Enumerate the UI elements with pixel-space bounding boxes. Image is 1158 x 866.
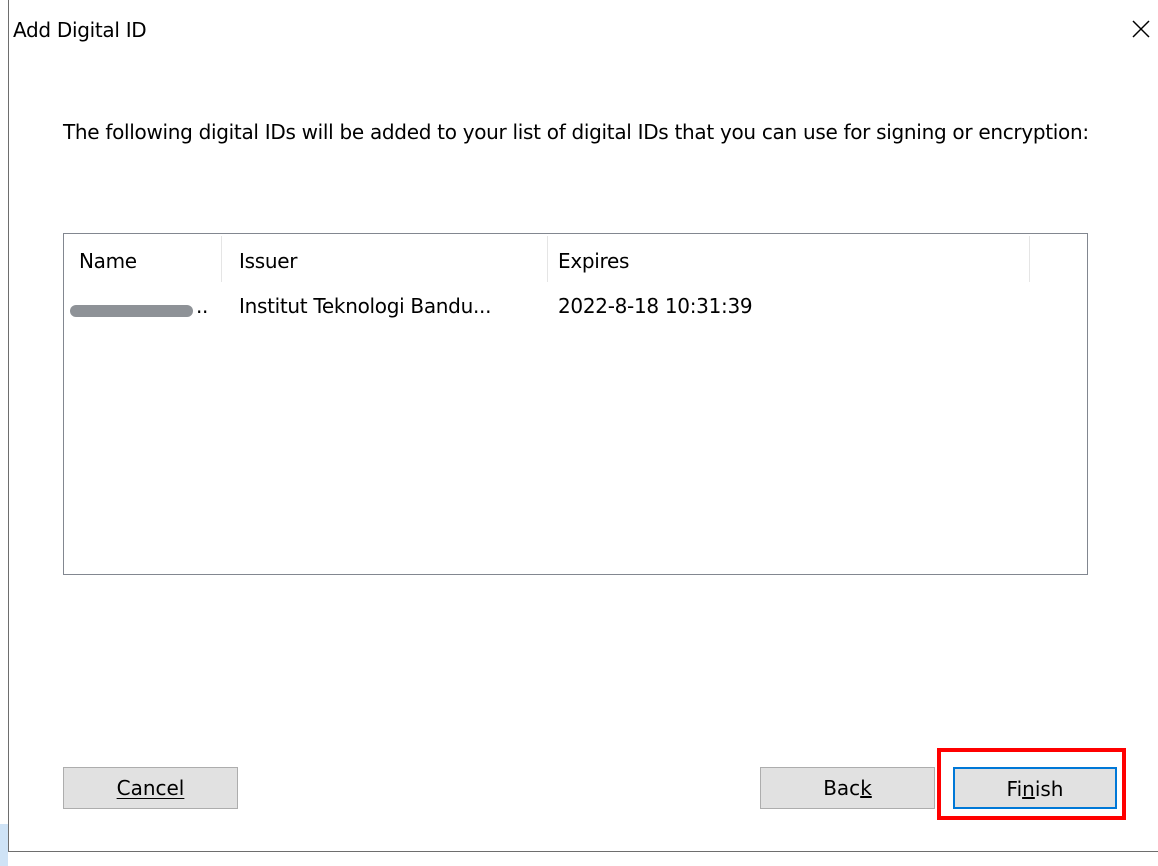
column-header-expires[interactable]: Expires — [558, 249, 629, 273]
cancel-label: Cancel — [116, 776, 185, 800]
column-divider[interactable] — [1029, 236, 1030, 282]
close-icon — [1132, 20, 1150, 38]
add-digital-id-dialog: Add Digital ID The following digital IDs… — [8, 0, 1158, 852]
back-button[interactable]: Back — [760, 767, 935, 809]
finish-label-mnemonic: n — [1022, 777, 1035, 801]
close-button[interactable] — [1124, 12, 1158, 46]
digital-id-list[interactable]: Name Issuer Expires .. Institut Teknolog… — [63, 233, 1088, 575]
cancel-button[interactable]: Cancel — [63, 767, 238, 809]
dialog-title: Add Digital ID — [13, 18, 147, 42]
finish-label-prefix: Fi — [1006, 777, 1023, 801]
back-label-prefix: Bac — [823, 776, 861, 800]
redacted-name-bar — [70, 305, 193, 317]
finish-label-suffix: ish — [1034, 777, 1064, 801]
column-divider[interactable] — [547, 236, 548, 282]
background-app-icon — [0, 824, 8, 866]
column-divider[interactable] — [221, 236, 222, 282]
cell-expires: 2022-8-18 10:31:39 — [558, 294, 753, 318]
column-header-issuer[interactable]: Issuer — [239, 249, 297, 273]
title-bar: Add Digital ID — [9, 0, 1158, 42]
column-header-name[interactable]: Name — [79, 249, 137, 273]
back-label-mnemonic: k — [860, 776, 872, 800]
table-row[interactable]: .. Institut Teknologi Bandu... 2022-8-18… — [64, 290, 1087, 320]
cell-issuer: Institut Teknologi Bandu... — [239, 294, 492, 318]
cell-name: .. — [196, 294, 209, 318]
description-text: The following digital IDs will be added … — [63, 120, 1089, 144]
finish-button[interactable]: Finish — [953, 767, 1117, 809]
list-header: Name Issuer Expires — [64, 234, 1087, 284]
